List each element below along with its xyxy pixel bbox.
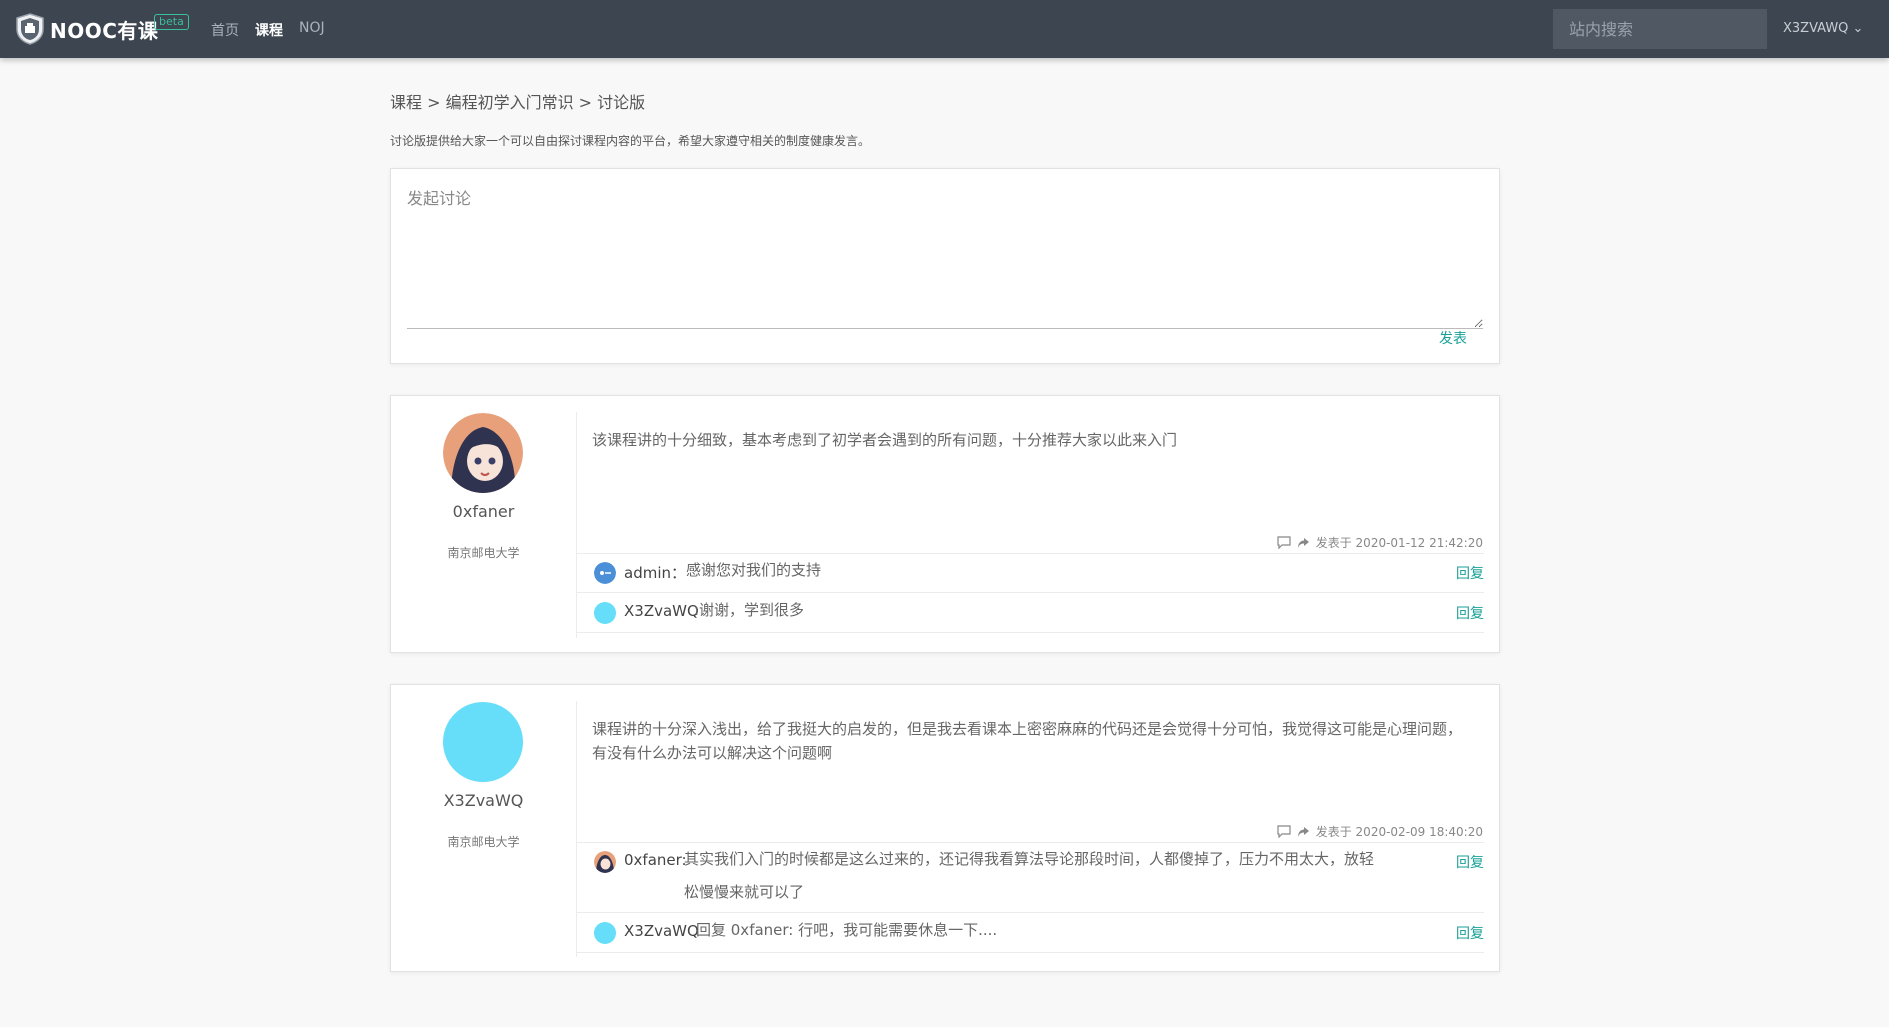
site-search-input[interactable] [1553,9,1767,49]
share-icon[interactable] [1297,537,1310,549]
author-school: 南京邮电大学 [447,546,520,560]
reply-avatar[interactable] [594,851,616,873]
compose-card: 发表 [390,168,1500,364]
reply-button[interactable]: 回复 [1456,852,1484,872]
reply-button[interactable]: 回复 [1456,563,1484,583]
reply-text: 回复 0xfaner: 行吧，我可能需要休息一下.... [696,921,998,939]
shield-logo-icon[interactable] [15,13,45,45]
reply-avatar[interactable] [594,562,616,584]
user-menu-dropdown[interactable]: X3ZVAWQ ⌄ [1783,21,1863,36]
discussion-post: 0xfaner 南京邮电大学 该课程讲的十分细致，基本考虑到了初学者会遇到的所有… [390,395,1500,653]
author-name[interactable]: X3ZvaWQ [391,791,576,810]
beta-badge: beta [154,14,189,30]
reply-author[interactable]: 0xfaner: [624,851,687,869]
post-meta: 发表于 2020-02-09 18:40:20 [1277,823,1483,840]
author-school: 南京邮电大学 [447,835,520,849]
share-icon[interactable] [1297,826,1310,838]
reply-item: admin： 感谢您对我们的支持 回复 [577,553,1484,592]
reply-button[interactable]: 回复 [1456,923,1484,943]
brand-name[interactable]: NOOC有课 [50,15,158,44]
reply-avatar[interactable] [594,602,616,624]
reply-text-line1: 其实我们入门的时候都是这么过来的，还记得我看算法导论那段时间，人都傻掉了，压力不… [684,850,1375,868]
reply-item: X3ZvaWQ 回复 0xfaner: 行吧，我可能需要休息一下.... 回复 [577,912,1484,952]
user-avatar[interactable] [443,413,523,493]
post-timestamp: 发表于 2020-01-12 21:42:20 [1315,536,1483,550]
reply-item: X3ZvaWQ :谢谢，学到很多 回复 [577,592,1484,632]
divider [577,952,1484,953]
post-timestamp: 发表于 2020-02-09 18:40:20 [1315,825,1483,839]
comment-icon[interactable] [1277,536,1291,549]
reply-text: :谢谢，学到很多 [694,601,805,619]
reply-avatar[interactable] [594,922,616,944]
discussion-post: X3ZvaWQ 南京邮电大学 课程讲的十分深入浅出，给了我挺大的启发的，但是我去… [390,684,1500,972]
breadcrumb: 课程 > 编程初学入门常识 > 讨论版 [390,93,646,112]
comment-icon[interactable] [1277,825,1291,838]
reply-author[interactable]: X3ZvaWQ [624,922,699,940]
nav-noj[interactable]: NOJ [299,20,325,36]
post-body: 该课程讲的十分细致，基本考虑到了初学者会遇到的所有问题，十分推荐大家以此来入门 … [576,412,1484,638]
reply-text: 感谢您对我们的支持 [686,561,822,579]
author-name[interactable]: 0xfaner [391,502,576,521]
reply-author[interactable]: admin： [624,562,686,583]
nav-home[interactable]: 首页 [211,20,239,40]
reply-button[interactable]: 回复 [1456,603,1484,623]
reply-text-line2: 松慢慢来就可以了 [684,883,805,901]
divider [577,632,1484,633]
post-content: 该课程讲的十分细致，基本考虑到了初学者会遇到的所有问题，十分推荐大家以此来入门 [592,431,1178,449]
discussion-input[interactable] [407,185,1483,329]
user-avatar[interactable] [443,702,523,782]
top-navbar: NOOC有课 beta 首页 课程 NOJ X3ZVAWQ ⌄ [0,0,1889,58]
reply-item: 0xfaner: 其实我们入门的时候都是这么过来的，还记得我看算法导论那段时间，… [577,842,1484,912]
intro-text: 讨论版提供给大家一个可以自由探讨课程内容的平台，希望大家遵守相关的制度健康发言。 [390,134,871,148]
post-body: 课程讲的十分深入浅出，给了我挺大的启发的，但是我去看课本上密密麻麻的代码还是会觉… [576,701,1484,957]
post-meta: 发表于 2020-01-12 21:42:20 [1277,534,1483,551]
nav-courses[interactable]: 课程 [255,20,283,40]
submit-button[interactable]: 发表 [1439,328,1467,348]
reply-author[interactable]: X3ZvaWQ [624,602,699,620]
post-content: 课程讲的十分深入浅出，给了我挺大的启发的，但是我去看课本上密密麻麻的代码还是会觉… [592,720,1463,762]
